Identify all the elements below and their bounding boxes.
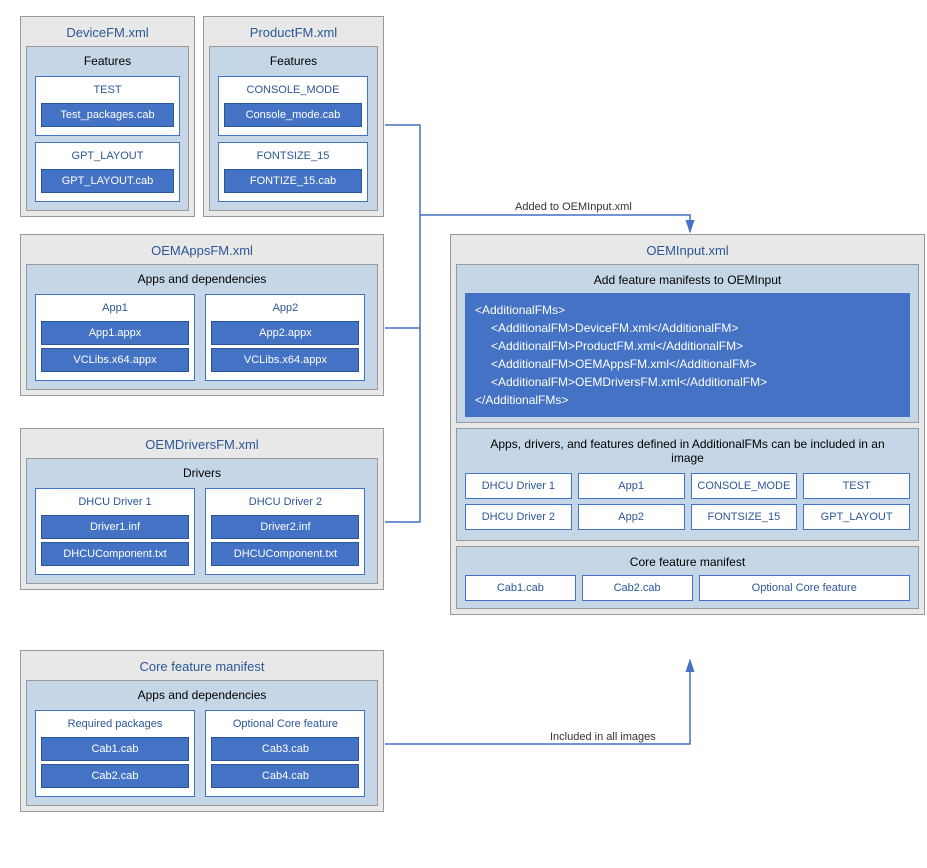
feature-fontsize: FONTSIZE_15 FONTIZE_15.cab xyxy=(218,142,368,202)
app2-pkg2: VCLibs.x64.appx xyxy=(211,348,359,372)
cab1: Cab1.cab xyxy=(41,737,189,761)
oemdriversfm-inner: Drivers DHCU Driver 1 Driver1.inf DHCUCo… xyxy=(26,458,378,584)
oeminput-sec2-title: Apps, drivers, and features defined in A… xyxy=(465,434,910,473)
app2-card: App2 App2.appx VCLibs.x64.appx xyxy=(205,294,365,381)
feature-consolemode-title: CONSOLE_MODE xyxy=(224,82,362,100)
oeminput-corefm-section: Core feature manifest Cab1.cab Cab2.cab … xyxy=(456,546,919,609)
feature-gptlayout-pkg: GPT_LAYOUT.cab xyxy=(41,169,174,193)
driver2-pkg1: Driver2.inf xyxy=(211,515,359,539)
feature-gptlayout: GPT_LAYOUT GPT_LAYOUT.cab xyxy=(35,142,180,202)
driver2-title: DHCU Driver 2 xyxy=(211,494,359,512)
tag-consolemode: CONSOLE_MODE xyxy=(691,473,798,499)
devicefm-title: DeviceFM.xml xyxy=(26,22,189,46)
driver1-card: DHCU Driver 1 Driver1.inf DHCUComponent.… xyxy=(35,488,195,575)
code-l4: <AdditionalFM>OEMDriversFM.xml</Addition… xyxy=(475,373,900,391)
feature-consolemode: CONSOLE_MODE Console_mode.cab xyxy=(218,76,368,136)
oemappsfm-inner: Apps and dependencies App1 App1.appx VCL… xyxy=(26,264,378,390)
driver1-title: DHCU Driver 1 xyxy=(41,494,189,512)
oeminput-included-section: Apps, drivers, and features defined in A… xyxy=(456,428,919,541)
tag-test: TEST xyxy=(803,473,910,499)
feature-test-pkg: Test_packages.cab xyxy=(41,103,174,127)
app1-pkg2: VCLibs.x64.appx xyxy=(41,348,189,372)
oeminput-sec1-title: Add feature manifests to OEMInput xyxy=(465,270,910,293)
oeminput-title: OEMInput.xml xyxy=(456,240,919,264)
tag-dhcu2: DHCU Driver 2 xyxy=(465,504,572,530)
feature-gptlayout-title: GPT_LAYOUT xyxy=(41,148,174,166)
tag-cab1: Cab1.cab xyxy=(465,575,576,601)
label-added-to: Added to OEMInput.xml xyxy=(515,201,632,213)
productfm-panel: ProductFM.xml Features CONSOLE_MODE Cons… xyxy=(203,16,384,217)
devicefm-section: Features xyxy=(32,52,183,73)
oeminput-panel: OEMInput.xml Add feature manifests to OE… xyxy=(450,234,925,615)
app2-pkg1: App2.appx xyxy=(211,321,359,345)
code-l1: <AdditionalFM>DeviceFM.xml</AdditionalFM… xyxy=(475,319,900,337)
corefm-panel: Core feature manifest Apps and dependenc… xyxy=(20,650,384,812)
oemdriversfm-section: Drivers xyxy=(32,464,372,485)
oemdriversfm-panel: OEMDriversFM.xml Drivers DHCU Driver 1 D… xyxy=(20,428,384,590)
oeminput-sec3-title: Core feature manifest xyxy=(465,552,910,575)
app1-card: App1 App1.appx VCLibs.x64.appx xyxy=(35,294,195,381)
tag-fontsize: FONTSIZE_15 xyxy=(691,504,798,530)
required-packages-card: Required packages Cab1.cab Cab2.cab xyxy=(35,710,195,797)
oemappsfm-panel: OEMAppsFM.xml Apps and dependencies App1… xyxy=(20,234,384,396)
productfm-title: ProductFM.xml xyxy=(209,22,378,46)
tag-dhcu1: DHCU Driver 1 xyxy=(465,473,572,499)
devicefm-inner: Features TEST Test_packages.cab GPT_LAYO… xyxy=(26,46,189,211)
additionalfms-code: <AdditionalFMs> <AdditionalFM>DeviceFM.x… xyxy=(465,293,910,417)
productfm-inner: Features CONSOLE_MODE Console_mode.cab F… xyxy=(209,46,378,211)
app1-pkg1: App1.appx xyxy=(41,321,189,345)
tag-cab2: Cab2.cab xyxy=(582,575,693,601)
corefm-inner: Apps and dependencies Required packages … xyxy=(26,680,378,806)
diagram-canvas: DeviceFM.xml Features TEST Test_packages… xyxy=(10,10,927,858)
tag-row-1: DHCU Driver 1 App1 CONSOLE_MODE TEST xyxy=(465,473,910,499)
tag-app1: App1 xyxy=(578,473,685,499)
feature-consolemode-pkg: Console_mode.cab xyxy=(224,103,362,127)
code-close: </AdditionalFMs> xyxy=(475,391,900,409)
driver1-pkg1: Driver1.inf xyxy=(41,515,189,539)
cab4: Cab4.cab xyxy=(211,764,359,788)
devicefm-panel: DeviceFM.xml Features TEST Test_packages… xyxy=(20,16,195,217)
required-packages-title: Required packages xyxy=(41,716,189,734)
oemappsfm-section: Apps and dependencies xyxy=(32,270,372,291)
driver2-card: DHCU Driver 2 Driver2.inf DHCUComponent.… xyxy=(205,488,365,575)
app2-title: App2 xyxy=(211,300,359,318)
feature-fontsize-pkg: FONTIZE_15.cab xyxy=(224,169,362,193)
feature-test: TEST Test_packages.cab xyxy=(35,76,180,136)
code-l3: <AdditionalFM>OEMAppsFM.xml</AdditionalF… xyxy=(475,355,900,373)
label-included-all: Included in all images xyxy=(550,731,656,743)
oeminput-manifests-section: Add feature manifests to OEMInput <Addit… xyxy=(456,264,919,423)
cab2: Cab2.cab xyxy=(41,764,189,788)
oemdriversfm-title: OEMDriversFM.xml xyxy=(26,434,378,458)
tag-app2: App2 xyxy=(578,504,685,530)
optional-core-title: Optional Core feature xyxy=(211,716,359,734)
tag-gptlayout: GPT_LAYOUT xyxy=(803,504,910,530)
driver2-pkg2: DHCUComponent.txt xyxy=(211,542,359,566)
productfm-section: Features xyxy=(215,52,372,73)
feature-test-title: TEST xyxy=(41,82,174,100)
code-l2: <AdditionalFM>ProductFM.xml</AdditionalF… xyxy=(475,337,900,355)
tag-row-3: Cab1.cab Cab2.cab Optional Core feature xyxy=(465,575,910,601)
tag-optcore: Optional Core feature xyxy=(699,575,911,601)
optional-core-card: Optional Core feature Cab3.cab Cab4.cab xyxy=(205,710,365,797)
code-open: <AdditionalFMs> xyxy=(475,301,900,319)
tag-row-2: DHCU Driver 2 App2 FONTSIZE_15 GPT_LAYOU… xyxy=(465,504,910,530)
corefm-title: Core feature manifest xyxy=(26,656,378,680)
corefm-section: Apps and dependencies xyxy=(32,686,372,707)
driver1-pkg2: DHCUComponent.txt xyxy=(41,542,189,566)
oemappsfm-title: OEMAppsFM.xml xyxy=(26,240,378,264)
cab3: Cab3.cab xyxy=(211,737,359,761)
app1-title: App1 xyxy=(41,300,189,318)
feature-fontsize-title: FONTSIZE_15 xyxy=(224,148,362,166)
